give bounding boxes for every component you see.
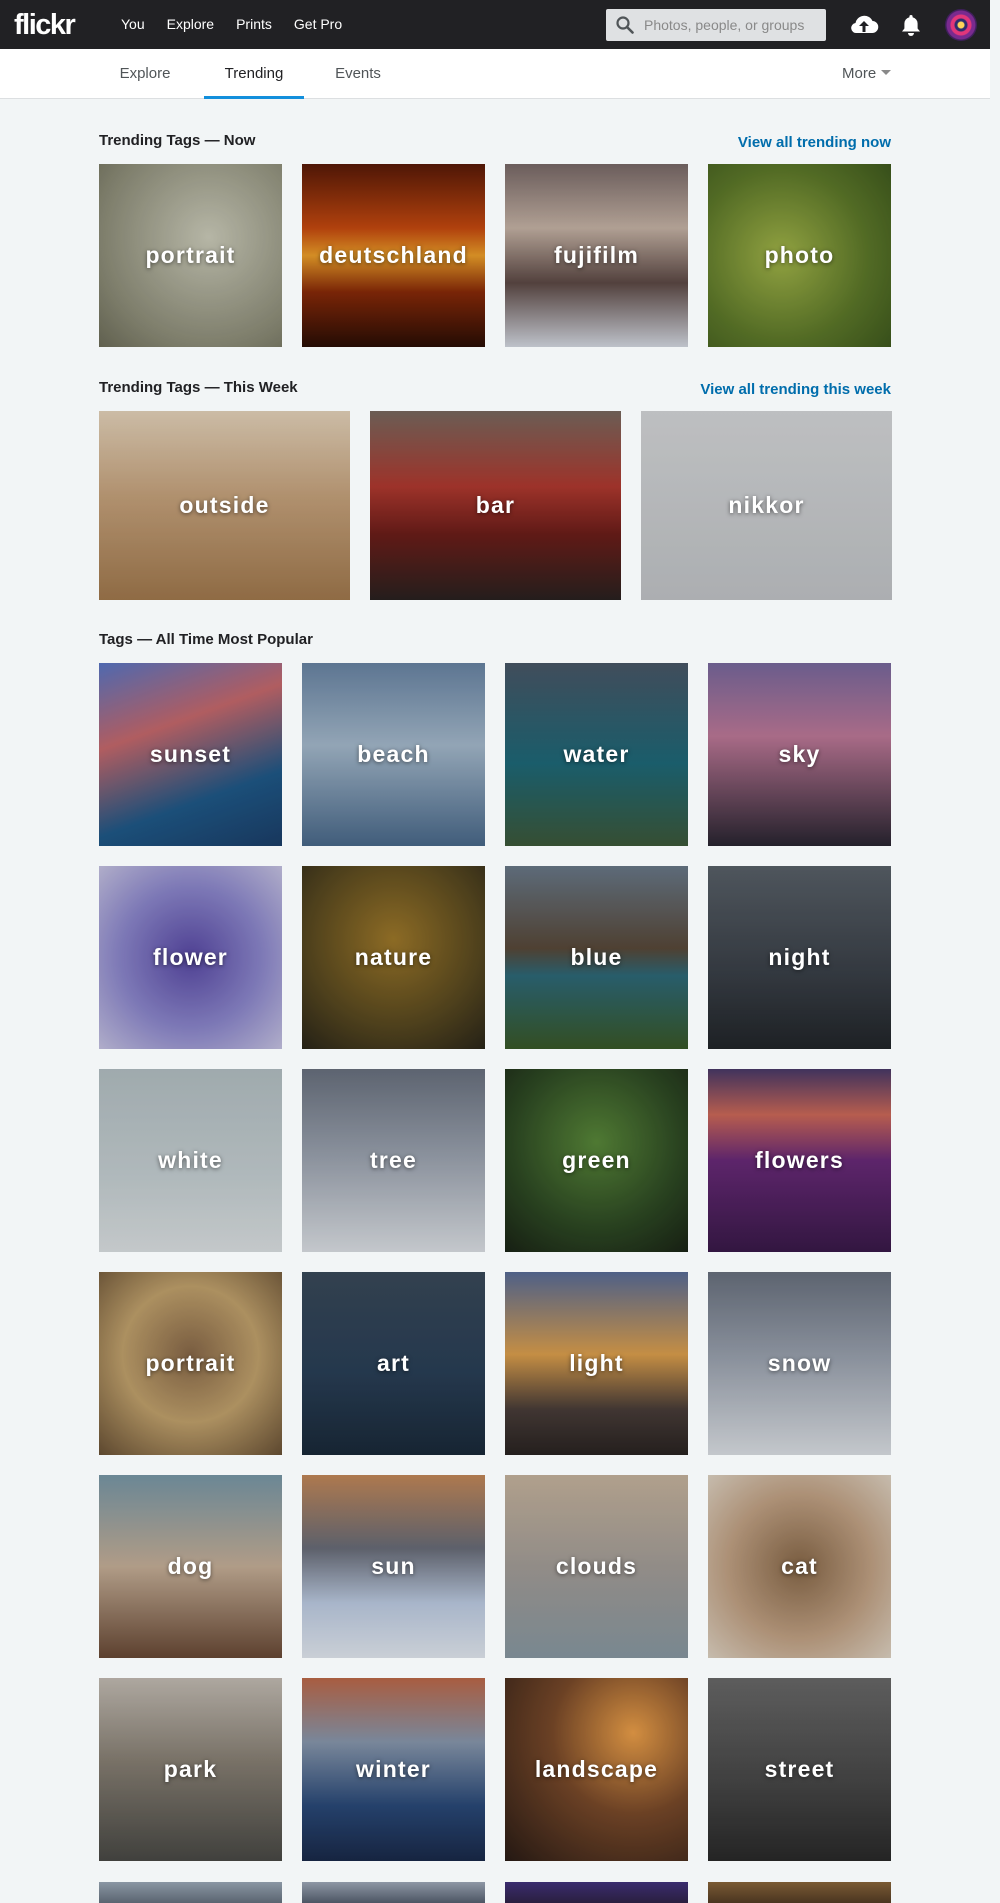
trending-week-tile-nikkor[interactable]: nikkor [641, 411, 892, 600]
popular-tile-park[interactable]: park [99, 1678, 282, 1861]
top-nav: You Explore Prints Get Pro [121, 0, 364, 49]
tag-label: cat [781, 1553, 818, 1579]
trending-now-grid: portrait deutschland fujifilm photo [99, 164, 891, 347]
tab-trending[interactable]: Trending [204, 49, 304, 99]
tag-label: flower [153, 944, 228, 970]
popular-tile-nature[interactable]: nature [302, 866, 485, 1049]
popular-tile-sun[interactable]: sun [302, 1475, 485, 1658]
search-box [606, 9, 826, 41]
tag-label: green [562, 1147, 631, 1173]
top-bar: flickr You Explore Prints Get Pro [0, 0, 990, 49]
tag-label: dog [167, 1553, 214, 1579]
trending-now-tile-deutschland[interactable]: deutschland [302, 164, 485, 347]
trending-week-tile-outside[interactable]: outside [99, 411, 350, 600]
popular-tags-grid: sunset beach water sky flower nature blue night… [99, 663, 891, 1861]
popular-tile-green[interactable]: green [505, 1069, 688, 1252]
flickr-logo[interactable]: flickr [14, 9, 76, 42]
trending-now-tile-photo[interactable]: photo [708, 164, 891, 347]
tag-tile-partial[interactable] [708, 1882, 891, 1903]
nav-get-pro[interactable]: Get Pro [294, 0, 342, 49]
view-all-week-link[interactable]: View all trending this week [700, 381, 891, 398]
trending-week-grid: outside bar nikkor [99, 411, 892, 600]
tag-label: outside [179, 492, 270, 518]
tag-label: nikkor [728, 492, 805, 518]
avatar[interactable] [945, 9, 977, 41]
popular-tile-street[interactable]: street [708, 1678, 891, 1861]
tag-tile-partial[interactable] [302, 1882, 485, 1903]
view-all-now-link[interactable]: View all trending now [738, 134, 891, 151]
popular-tile-flower[interactable]: flower [99, 866, 282, 1049]
popular-tile-light[interactable]: light [505, 1272, 688, 1455]
bell-icon[interactable] [900, 13, 922, 37]
tag-label: landscape [534, 1756, 659, 1782]
tag-label: tree [370, 1147, 417, 1173]
popular-tile-flowers[interactable]: flowers [708, 1069, 891, 1252]
tag-label: snow [767, 1350, 832, 1376]
trending-now-tile-portrait[interactable]: portrait [99, 164, 282, 347]
popular-tile-landscape[interactable]: landscape [505, 1678, 688, 1861]
tag-label: portrait [145, 1350, 236, 1376]
tag-label: photo [764, 242, 835, 268]
popular-tile-beach[interactable]: beach [302, 663, 485, 846]
tag-label: beach [357, 741, 430, 767]
tag-label: park [163, 1756, 218, 1782]
tag-label: nature [354, 944, 433, 970]
tag-label: sky [778, 741, 821, 767]
tag-label: white [158, 1147, 223, 1173]
tag-label: light [569, 1350, 624, 1376]
popular-tile-blue[interactable]: blue [505, 866, 688, 1049]
tab-explore[interactable]: Explore [104, 49, 186, 99]
cloud-upload-icon[interactable] [849, 11, 879, 39]
popular-tile-winter[interactable]: winter [302, 1678, 485, 1861]
popular-tile-snow[interactable]: snow [708, 1272, 891, 1455]
tag-label: blue [570, 944, 623, 970]
section-title-week: Trending Tags — This Week [99, 379, 298, 396]
search-icon[interactable] [616, 16, 634, 34]
more-label: More [842, 65, 877, 82]
search-input[interactable] [644, 9, 820, 41]
tag-tile-partial[interactable] [505, 1882, 688, 1903]
tag-label: street [764, 1756, 835, 1782]
nav-prints[interactable]: Prints [236, 0, 272, 49]
more-menu[interactable]: More [842, 49, 892, 99]
trending-week-tile-bar[interactable]: bar [370, 411, 621, 600]
tag-tile-partial[interactable] [99, 1882, 282, 1903]
tag-label: portrait [145, 242, 236, 268]
tag-label: sunset [149, 741, 232, 767]
tag-label: clouds [555, 1553, 638, 1579]
tag-label: flowers [755, 1147, 844, 1173]
tab-events[interactable]: Events [322, 49, 394, 99]
popular-tile-water[interactable]: water [505, 663, 688, 846]
popular-tile-portrait[interactable]: portrait [99, 1272, 282, 1455]
trending-now-tile-fujifilm[interactable]: fujifilm [505, 164, 688, 347]
popular-tile-cat[interactable]: cat [708, 1475, 891, 1658]
section-title-popular: Tags — All Time Most Popular [99, 631, 313, 648]
nav-you[interactable]: You [121, 0, 145, 49]
tag-label: fujifilm [554, 242, 639, 268]
popular-tile-clouds[interactable]: clouds [505, 1475, 688, 1658]
tag-label: water [563, 741, 630, 767]
sub-nav: Explore Trending Events More [0, 49, 990, 99]
popular-tile-sky[interactable]: sky [708, 663, 891, 846]
popular-tile-sunset[interactable]: sunset [99, 663, 282, 846]
tag-label: deutschland [319, 242, 468, 268]
nav-explore[interactable]: Explore [167, 0, 214, 49]
chevron-down-icon [881, 70, 892, 75]
popular-tile-night[interactable]: night [708, 866, 891, 1049]
popular-tile-tree[interactable]: tree [302, 1069, 485, 1252]
section-title-now: Trending Tags — Now [99, 132, 256, 149]
tag-label: night [768, 944, 831, 970]
popular-tile-dog[interactable]: dog [99, 1475, 282, 1658]
popular-tile-white[interactable]: white [99, 1069, 282, 1252]
tag-label: sun [371, 1553, 416, 1579]
popular-tile-art[interactable]: art [302, 1272, 485, 1455]
tag-label: art [376, 1350, 410, 1376]
tag-label: winter [356, 1756, 431, 1782]
tag-label: bar [475, 492, 516, 518]
